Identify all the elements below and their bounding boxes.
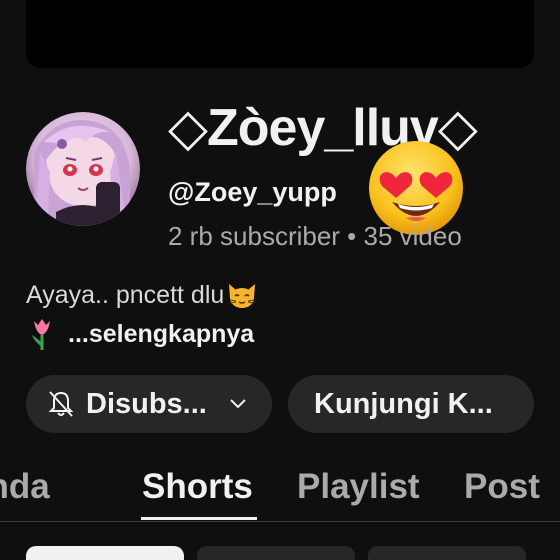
- bell-off-icon: [48, 391, 74, 417]
- description-more-link[interactable]: ...selengkapnya: [26, 316, 254, 352]
- channel-page: ◇Zòey_lluv◇ @Zoey_yupp 2 rb subscriber •…: [0, 0, 560, 560]
- channel-banner: [26, 0, 534, 68]
- tab-posts[interactable]: Post: [464, 465, 540, 509]
- subscribed-button[interactable]: Disubs...: [26, 375, 272, 433]
- description-text: Ayaya.. pncett dlu: [26, 281, 225, 309]
- visit-label: Kunjungi K...: [314, 387, 493, 420]
- chevron-down-icon: [230, 399, 246, 409]
- filter-chip[interactable]: [368, 546, 526, 560]
- tulip-icon: [32, 319, 50, 350]
- visit-link-button[interactable]: Kunjungi K...: [288, 375, 534, 433]
- subscribed-label: Disubs...: [86, 387, 207, 420]
- selected-tab-indicator: [141, 517, 257, 520]
- cat-face-icon: [229, 284, 256, 308]
- tab-playlist[interactable]: Playlist: [297, 465, 420, 509]
- channel-handle: @Zoey_yupp: [168, 177, 337, 207]
- anime-girl-avatar-icon: [26, 112, 140, 226]
- filter-chip[interactable]: [197, 546, 355, 560]
- tab-shorts[interactable]: Shorts: [142, 465, 253, 509]
- channel-description[interactable]: Ayaya.. pncett dlu: [26, 278, 258, 312]
- more-label: ...selengkapnya: [68, 320, 255, 348]
- channel-stats: 2 rb subscriber • 35 video: [168, 221, 462, 251]
- channel-tabs: anda Shorts Playlist Post: [0, 455, 560, 522]
- tab-home[interactable]: anda: [0, 465, 50, 509]
- filter-chip-selected[interactable]: [26, 546, 184, 560]
- channel-avatar[interactable]: [26, 112, 140, 226]
